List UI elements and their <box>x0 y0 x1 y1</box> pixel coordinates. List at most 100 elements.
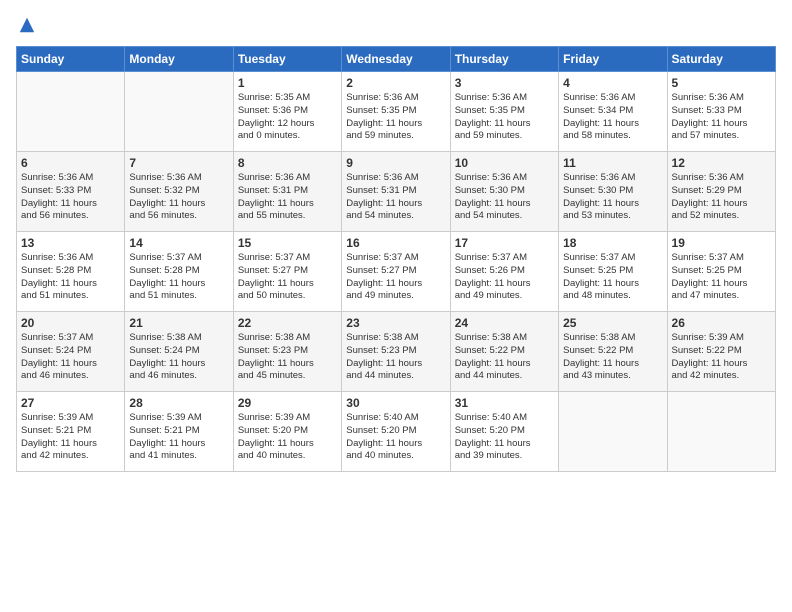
week-row-5: 27 Sunrise: 5:39 AM Sunset: 5:21 PM Dayli… <box>17 392 776 472</box>
day-info: Sunrise: 5:39 AM Sunset: 5:20 PM Dayligh… <box>238 412 337 463</box>
calendar-cell: 28Sunrise: 5:39 AM Sunset: 5:21 PM Dayli… <box>125 392 233 472</box>
weekday-header-wednesday: Wednesday <box>342 47 450 72</box>
calendar-cell: 13Sunrise: 5:36 AM Sunset: 5:28 PM Dayli… <box>17 232 125 312</box>
day-number: 6 <box>21 156 120 170</box>
calendar-cell: 8 Sunrise: 5:36 AM Sunset: 5:31 PM Daylig… <box>233 152 341 232</box>
day-info: Sunrise: 5:38 AM Sunset: 5:23 PM Dayligh… <box>238 332 337 383</box>
calendar-cell <box>17 72 125 152</box>
day-number: 25 <box>563 316 662 330</box>
day-number: 12 <box>672 156 771 170</box>
logo <box>16 16 36 34</box>
header-row: SundayMondayTuesdayWednesdayThursdayFrid… <box>17 47 776 72</box>
calendar-cell: 17 Sunrise: 5:37 AM Sunset: 5:26 PM Dayli… <box>450 232 558 312</box>
day-info: Sunrise: 5:38 AM Sunset: 5:22 PM Dayligh… <box>563 332 662 383</box>
day-number: 8 <box>238 156 337 170</box>
calendar-cell: 1 Sunrise: 5:35 AM Sunset: 5:36 PM Daylig… <box>233 72 341 152</box>
calendar-cell: 15Sunrise: 5:37 AM Sunset: 5:27 PM Dayli… <box>233 232 341 312</box>
calendar-cell: 4 Sunrise: 5:36 AM Sunset: 5:34 PM Daylig… <box>559 72 667 152</box>
day-info: Sunrise: 5:37 AM Sunset: 5:25 PM Dayligh… <box>672 252 771 303</box>
day-info: Sunrise: 5:37 AM Sunset: 5:28 PM Dayligh… <box>129 252 228 303</box>
day-info: Sunrise: 5:37 AM Sunset: 5:24 PM Dayligh… <box>21 332 120 383</box>
calendar-cell: 24 Sunrise: 5:38 AM Sunset: 5:22 PM Dayli… <box>450 312 558 392</box>
calendar-cell: 7Sunrise: 5:36 AM Sunset: 5:32 PM Daylig… <box>125 152 233 232</box>
calendar-cell: 29 Sunrise: 5:39 AM Sunset: 5:20 PM Dayli… <box>233 392 341 472</box>
day-number: 14 <box>129 236 228 250</box>
calendar-cell <box>125 72 233 152</box>
calendar-cell: 2Sunrise: 5:36 AM Sunset: 5:35 PM Daylig… <box>342 72 450 152</box>
calendar-cell: 30Sunrise: 5:40 AM Sunset: 5:20 PM Dayli… <box>342 392 450 472</box>
day-info: Sunrise: 5:39 AM Sunset: 5:22 PM Dayligh… <box>672 332 771 383</box>
weekday-header-thursday: Thursday <box>450 47 558 72</box>
day-info: Sunrise: 5:40 AM Sunset: 5:20 PM Dayligh… <box>346 412 445 463</box>
day-number: 18 <box>563 236 662 250</box>
day-number: 27 <box>21 396 120 410</box>
weekday-header-saturday: Saturday <box>667 47 775 72</box>
day-info: Sunrise: 5:38 AM Sunset: 5:23 PM Dayligh… <box>346 332 445 383</box>
day-info: Sunrise: 5:36 AM Sunset: 5:30 PM Dayligh… <box>455 172 554 223</box>
calendar-cell: 22 Sunrise: 5:38 AM Sunset: 5:23 PM Dayli… <box>233 312 341 392</box>
day-number: 21 <box>129 316 228 330</box>
day-info: Sunrise: 5:37 AM Sunset: 5:26 PM Dayligh… <box>455 252 554 303</box>
day-number: 31 <box>455 396 554 410</box>
weekday-header-sunday: Sunday <box>17 47 125 72</box>
day-number: 10 <box>455 156 554 170</box>
calendar-cell: 9Sunrise: 5:36 AM Sunset: 5:31 PM Daylig… <box>342 152 450 232</box>
day-number: 26 <box>672 316 771 330</box>
day-info: Sunrise: 5:36 AM Sunset: 5:29 PM Dayligh… <box>672 172 771 223</box>
page-header <box>16 16 776 34</box>
day-number: 20 <box>21 316 120 330</box>
day-info: Sunrise: 5:40 AM Sunset: 5:20 PM Dayligh… <box>455 412 554 463</box>
calendar-cell: 12 Sunrise: 5:36 AM Sunset: 5:29 PM Dayli… <box>667 152 775 232</box>
day-number: 29 <box>238 396 337 410</box>
week-row-3: 13Sunrise: 5:36 AM Sunset: 5:28 PM Dayli… <box>17 232 776 312</box>
day-info: Sunrise: 5:36 AM Sunset: 5:34 PM Dayligh… <box>563 92 662 143</box>
day-info: Sunrise: 5:37 AM Sunset: 5:25 PM Dayligh… <box>563 252 662 303</box>
day-number: 2 <box>346 76 445 90</box>
calendar-cell: 23 Sunrise: 5:38 AM Sunset: 5:23 PM Dayli… <box>342 312 450 392</box>
day-info: Sunrise: 5:35 AM Sunset: 5:36 PM Dayligh… <box>238 92 337 143</box>
calendar-cell: 14 Sunrise: 5:37 AM Sunset: 5:28 PM Dayli… <box>125 232 233 312</box>
calendar-table: SundayMondayTuesdayWednesdayThursdayFrid… <box>16 46 776 472</box>
calendar-cell: 26 Sunrise: 5:39 AM Sunset: 5:22 PM Dayli… <box>667 312 775 392</box>
day-number: 1 <box>238 76 337 90</box>
day-info: Sunrise: 5:38 AM Sunset: 5:24 PM Dayligh… <box>129 332 228 383</box>
day-number: 3 <box>455 76 554 90</box>
day-number: 15 <box>238 236 337 250</box>
calendar-cell: 20 Sunrise: 5:37 AM Sunset: 5:24 PM Dayli… <box>17 312 125 392</box>
logo-icon <box>18 16 36 34</box>
calendar-cell: 18 Sunrise: 5:37 AM Sunset: 5:25 PM Dayli… <box>559 232 667 312</box>
calendar-cell: 31 Sunrise: 5:40 AM Sunset: 5:20 PM Dayli… <box>450 392 558 472</box>
week-row-4: 20 Sunrise: 5:37 AM Sunset: 5:24 PM Dayli… <box>17 312 776 392</box>
day-info: Sunrise: 5:36 AM Sunset: 5:31 PM Dayligh… <box>346 172 445 223</box>
day-info: Sunrise: 5:36 AM Sunset: 5:28 PM Dayligh… <box>21 252 120 303</box>
weekday-header-monday: Monday <box>125 47 233 72</box>
day-info: Sunrise: 5:36 AM Sunset: 5:33 PM Dayligh… <box>672 92 771 143</box>
day-info: Sunrise: 5:36 AM Sunset: 5:35 PM Dayligh… <box>455 92 554 143</box>
calendar-cell: 5 Sunrise: 5:36 AM Sunset: 5:33 PM Daylig… <box>667 72 775 152</box>
day-number: 5 <box>672 76 771 90</box>
calendar-cell <box>559 392 667 472</box>
calendar-cell: 27 Sunrise: 5:39 AM Sunset: 5:21 PM Dayli… <box>17 392 125 472</box>
calendar-cell <box>667 392 775 472</box>
day-number: 19 <box>672 236 771 250</box>
day-info: Sunrise: 5:36 AM Sunset: 5:33 PM Dayligh… <box>21 172 120 223</box>
day-info: Sunrise: 5:37 AM Sunset: 5:27 PM Dayligh… <box>346 252 445 303</box>
day-number: 28 <box>129 396 228 410</box>
calendar-cell: 3 Sunrise: 5:36 AM Sunset: 5:35 PM Daylig… <box>450 72 558 152</box>
day-number: 22 <box>238 316 337 330</box>
calendar-cell: 16 Sunrise: 5:37 AM Sunset: 5:27 PM Dayli… <box>342 232 450 312</box>
day-number: 24 <box>455 316 554 330</box>
day-number: 17 <box>455 236 554 250</box>
calendar-cell: 6 Sunrise: 5:36 AM Sunset: 5:33 PM Daylig… <box>17 152 125 232</box>
day-number: 4 <box>563 76 662 90</box>
day-info: Sunrise: 5:36 AM Sunset: 5:31 PM Dayligh… <box>238 172 337 223</box>
day-number: 23 <box>346 316 445 330</box>
day-info: Sunrise: 5:36 AM Sunset: 5:30 PM Dayligh… <box>563 172 662 223</box>
day-info: Sunrise: 5:39 AM Sunset: 5:21 PM Dayligh… <box>21 412 120 463</box>
calendar-cell: 11Sunrise: 5:36 AM Sunset: 5:30 PM Dayli… <box>559 152 667 232</box>
week-row-2: 6 Sunrise: 5:36 AM Sunset: 5:33 PM Daylig… <box>17 152 776 232</box>
day-info: Sunrise: 5:38 AM Sunset: 5:22 PM Dayligh… <box>455 332 554 383</box>
calendar-cell: 25 Sunrise: 5:38 AM Sunset: 5:22 PM Dayli… <box>559 312 667 392</box>
day-number: 16 <box>346 236 445 250</box>
weekday-header-friday: Friday <box>559 47 667 72</box>
